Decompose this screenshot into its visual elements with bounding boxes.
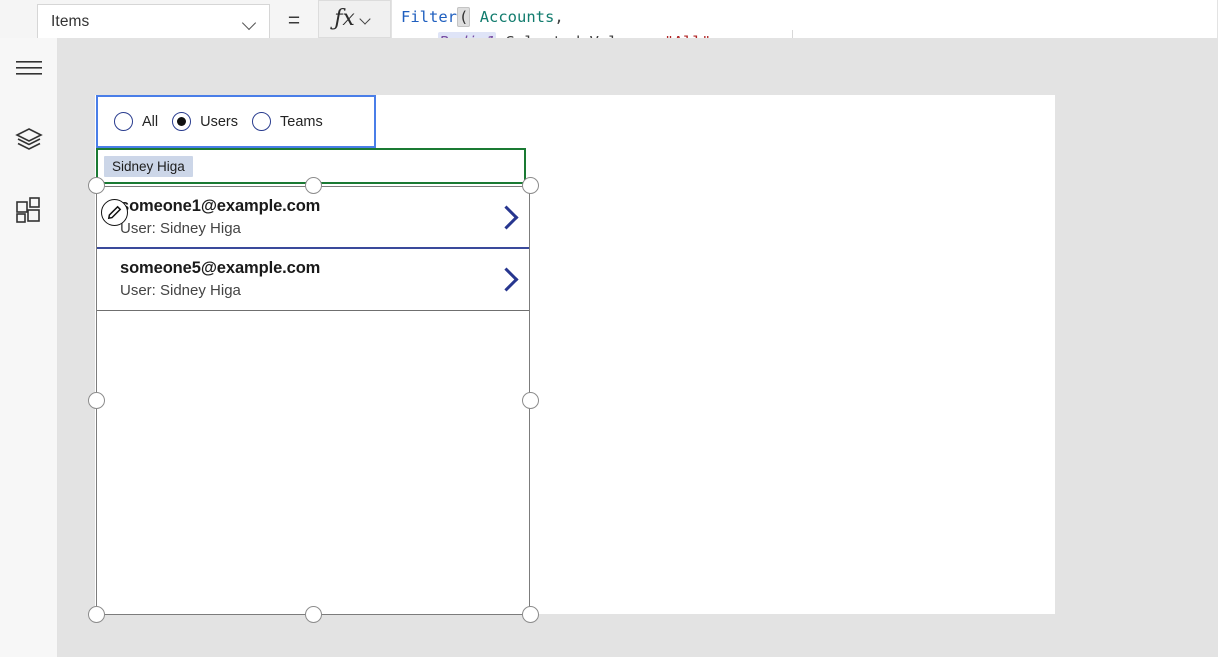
power-apps-studio: Items = ƒx Filter( Accounts, Radio1.Sele… (0, 0, 1218, 657)
insert-components-button[interactable] (0, 186, 58, 238)
formula-token: Accounts (479, 8, 555, 26)
radio-unselected-icon[interactable] (114, 112, 133, 131)
resize-handle-bottom-left[interactable] (88, 606, 105, 623)
property-dropdown-label: Items (51, 12, 90, 30)
radio-option-teams[interactable]: Teams (252, 112, 323, 131)
insert-components-icon (16, 196, 42, 228)
gallery-item-subtitle: User: Sidney Higa (120, 282, 241, 299)
resize-handle-bottom-center[interactable] (305, 606, 322, 623)
radio-option-label: Users (200, 113, 238, 130)
resize-handle-middle-right[interactable] (522, 392, 539, 409)
resize-handle-top-right[interactable] (522, 177, 539, 194)
formula-token: Filter (401, 8, 457, 26)
formula-token (470, 8, 479, 26)
fx-button[interactable]: ƒx (318, 0, 391, 38)
resize-handle-top-center[interactable] (305, 177, 322, 194)
gallery-item-text: someone5@example.com User: Sidney Higa (97, 258, 483, 301)
formula-line: Filter( Accounts, (401, 5, 1217, 30)
gallery-item-title: someone1@example.com (120, 196, 321, 215)
gallery-item[interactable]: someone1@example.com User: Sidney Higa (97, 187, 529, 249)
tree-view-button[interactable] (0, 115, 58, 167)
chevron-down-icon (240, 12, 260, 32)
chevron-down-icon (359, 11, 375, 27)
radio-option-users[interactable]: Users (172, 112, 238, 131)
fx-icon: ƒx (334, 6, 355, 31)
gallery-item-title: someone5@example.com (120, 259, 321, 277)
equals-sign: = (287, 9, 301, 32)
combobox-selected-chip[interactable]: Sidney Higa (104, 155, 193, 177)
edit-pencil-icon[interactable] (101, 199, 128, 226)
property-dropdown[interactable]: Items (37, 4, 270, 39)
chevron-right-icon[interactable] (483, 204, 529, 230)
tree-view-icon (15, 127, 43, 156)
resize-handle-bottom-right[interactable] (522, 606, 539, 623)
radio-selected-icon[interactable] (172, 112, 192, 131)
resize-handle-middle-left[interactable] (88, 392, 105, 409)
formula-token: , (554, 8, 564, 26)
radio-option-label: All (142, 113, 159, 130)
gallery-item-text: someone1@example.com User: Sidney Higa (97, 196, 483, 239)
gallery-control[interactable]: someone1@example.com User: Sidney Higa som… (96, 186, 530, 615)
gallery-item-subtitle: User: Sidney Higa (120, 219, 241, 237)
radio-unselected-icon[interactable] (252, 112, 271, 131)
gallery-item[interactable]: someone5@example.com User: Sidney Higa (97, 249, 529, 311)
chevron-right-icon[interactable] (483, 267, 529, 292)
menu-icon (16, 59, 42, 82)
radio-control[interactable]: All Users Teams (96, 95, 376, 148)
radio-option-all[interactable]: All (114, 112, 158, 131)
formula-token: ( (457, 7, 471, 27)
menu-button[interactable] (0, 44, 58, 96)
left-rail (0, 38, 58, 657)
resize-handle-top-left[interactable] (88, 177, 105, 194)
radio-option-label: Teams (280, 113, 323, 130)
